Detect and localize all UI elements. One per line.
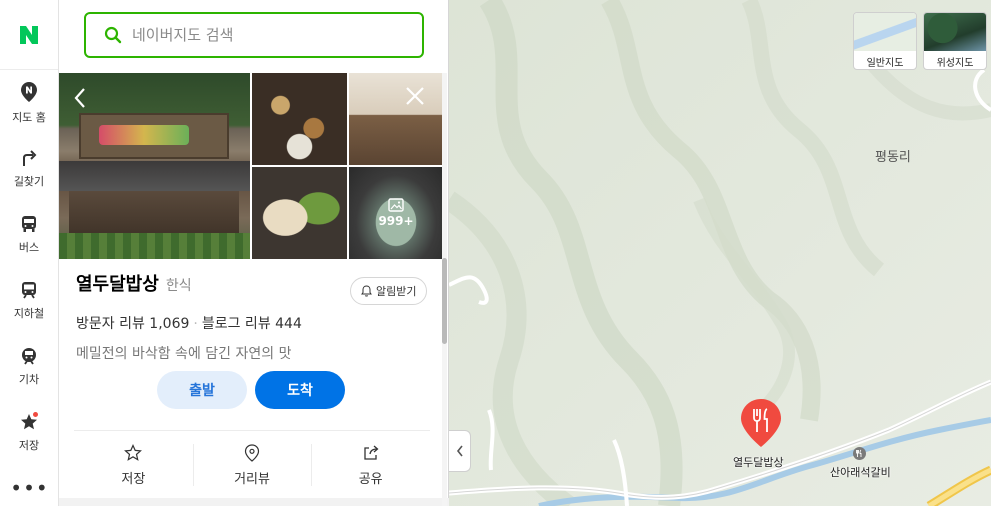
map-type-normal-label: 일반지도 [866, 57, 904, 69]
nav-label-subway: 지하철 [13, 307, 45, 320]
train-icon [22, 348, 36, 365]
search-input[interactable] [132, 26, 372, 44]
satellite-map-thumbnail [924, 13, 986, 51]
chevron-left-icon [74, 88, 85, 108]
share-icon [364, 445, 379, 460]
divider [74, 430, 430, 431]
photo-thumb-2[interactable] [349, 73, 443, 165]
nav-label-directions: 길찾기 [13, 175, 45, 188]
share-button[interactable]: 공유 [311, 440, 430, 490]
nav-map-home[interactable]: 지도 홈 [0, 70, 58, 136]
map-type-satellite-button[interactable]: 위성지도 [923, 12, 987, 70]
street-view-button[interactable]: 거리뷰 [192, 440, 312, 490]
restaurant-pin-icon [741, 399, 781, 447]
left-navigation: 지도 홈 길찾기 버스 지하철 기차 저장 ••• [0, 0, 59, 506]
nav-label-bus: 버스 [18, 241, 40, 254]
naver-map-app: 지도 홈 길찾기 버스 지하철 기차 저장 ••• 네이버지도 검색 999+ … [0, 0, 991, 506]
photo-thumb-3[interactable] [252, 167, 347, 259]
notification-dot [33, 412, 38, 417]
review-summary: 방문자 리뷰 1,069 · 블로그 리뷰 444 [76, 313, 430, 333]
nav-label-map-home: 지도 홈 [12, 111, 46, 124]
nav-subway[interactable]: 지하철 [0, 268, 58, 334]
star-outline-icon [124, 443, 143, 461]
naver-logo[interactable] [0, 0, 58, 70]
photo-more-badge[interactable]: 999+ [349, 167, 443, 259]
save-action-label: 저장 [121, 471, 146, 487]
terrain-layer [449, 0, 991, 506]
photo-roof [59, 161, 250, 191]
nav-directions[interactable]: 길찾기 [0, 136, 58, 202]
photo-thumb-1[interactable] [252, 73, 347, 165]
photo-prev-button[interactable] [73, 87, 87, 111]
save-action-button[interactable]: 저장 [74, 440, 193, 490]
pin-label[interactable]: 열두달밥상 [733, 454, 784, 470]
action-bar: 저장 거리뷰 공유 [74, 440, 430, 490]
nav-saved[interactable]: 저장 [0, 400, 58, 466]
review-separator: · [193, 316, 198, 332]
photo-count: 999+ [378, 214, 414, 228]
area-label: 평동리 [875, 150, 911, 165]
photo-signboard-text [99, 125, 189, 145]
search-icon [104, 26, 122, 44]
notify-label: 알림받기 [376, 285, 417, 298]
collapse-panel-button[interactable] [449, 430, 471, 472]
poi-utensils-icon [856, 449, 862, 457]
map-type-normal-button[interactable]: 일반지도 [853, 12, 917, 70]
bus-icon [22, 216, 36, 232]
photo-garden [59, 233, 250, 259]
bell-icon [361, 285, 372, 297]
map-canvas[interactable] [449, 0, 991, 506]
nav-label-train: 기차 [18, 373, 40, 386]
panel-scrollbar-thumb[interactable] [442, 258, 447, 344]
subway-icon [22, 282, 36, 299]
visitor-reviews-link[interactable]: 방문자 리뷰 1,069 [76, 316, 189, 332]
nav-train[interactable]: 기차 [0, 334, 58, 400]
place-panel: 999+ 열두달밥상 한식 [59, 0, 449, 506]
map-type-satellite-label: 위성지도 [936, 57, 974, 69]
panel-bottom-gap [59, 498, 449, 506]
place-info: 열두달밥상 한식 알림받기 방문자 리뷰 1,069 · 블로그 리뷰 444 메밀… [76, 270, 430, 363]
notify-button[interactable]: 알림받기 [350, 277, 428, 305]
close-icon [406, 87, 424, 105]
chevron-left-small-icon [456, 445, 463, 457]
nav-label-saved: 저장 [18, 439, 40, 452]
street-view-label: 거리뷰 [234, 471, 270, 487]
restaurant-pin[interactable] [740, 398, 782, 452]
share-label: 공유 [358, 471, 383, 487]
naver-n-icon [20, 25, 38, 44]
place-name[interactable]: 열두달밥상 [76, 270, 159, 296]
blog-reviews-link[interactable]: 블로그 리뷰 444 [202, 316, 302, 332]
place-category: 한식 [165, 278, 192, 294]
location-pin-icon [244, 443, 260, 462]
fork-knife-poi-icon[interactable] [853, 447, 866, 460]
image-icon [388, 198, 404, 212]
nav-more-button[interactable]: ••• [0, 478, 59, 498]
start-button[interactable]: 출발 [157, 371, 247, 409]
map-pin-n-icon [21, 82, 37, 102]
nav-bus[interactable]: 버스 [0, 202, 58, 268]
close-panel-button[interactable] [405, 86, 425, 110]
place-description: 메밀전의 바삭함 속에 담긴 자연의 맛 [76, 346, 292, 362]
poi-label[interactable]: 산아래석갈비 [830, 464, 891, 480]
photo-gallery[interactable]: 999+ [59, 73, 443, 259]
arrive-button[interactable]: 도착 [255, 371, 345, 409]
direction-arrow-icon [23, 150, 37, 166]
photo-main[interactable] [59, 73, 250, 259]
search-box[interactable] [84, 12, 424, 58]
normal-map-thumbnail [854, 13, 916, 51]
